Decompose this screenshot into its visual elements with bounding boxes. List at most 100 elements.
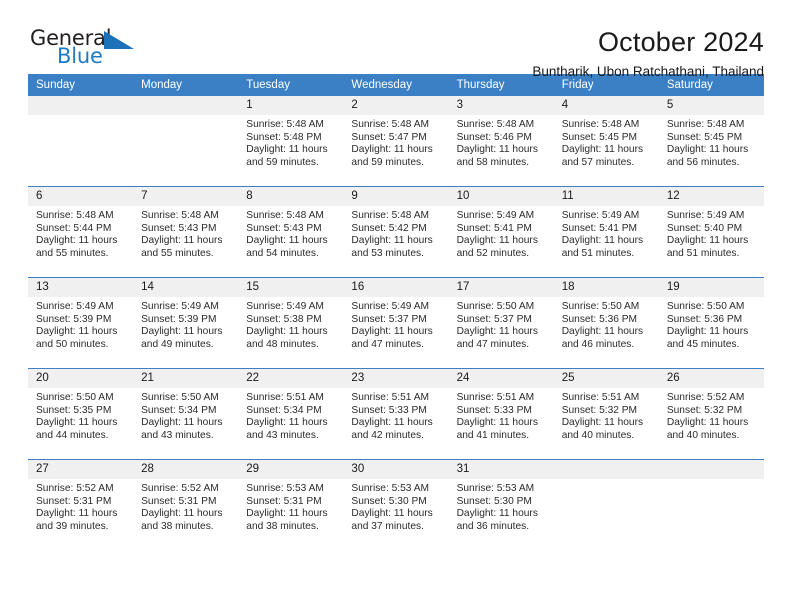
calendar-day-cell[interactable]: 31 Sunrise: 5:53 AM Sunset: 5:30 PM Dayligh… — [448, 459, 554, 550]
sunrise-time: Sunrise: 5:49 AM — [351, 301, 430, 312]
day-sun-info: Sunrise: 5:50 AM Sunset: 5:37 PM Daylight:… — [449, 297, 554, 351]
day-sun-info: Sunrise: 5:49 AM Sunset: 5:39 PM Daylight:… — [133, 297, 238, 351]
daylight-duration-line1: Daylight: 11 hours — [456, 326, 538, 338]
daylight-duration-line2: and 48 minutes. — [246, 338, 319, 350]
day-cell-content: 30 Sunrise: 5:53 AM Sunset: 5:30 PM Dayligh… — [343, 460, 449, 549]
calendar-day-cell[interactable]: 21 Sunrise: 5:50 AM Sunset: 5:34 PM Dayligh… — [133, 368, 239, 460]
calendar-day-cell[interactable]: 6 Sunrise: 5:48 AM Sunset: 5:44 PM Daylight… — [28, 186, 134, 278]
day-sun-info — [554, 479, 659, 483]
sunset-time: Sunset: 5:43 PM — [141, 222, 217, 234]
daylight-duration-line2: and 47 minutes. — [456, 338, 530, 350]
calendar-day-cell[interactable]: 23 Sunrise: 5:51 AM Sunset: 5:33 PM Dayligh… — [343, 368, 449, 460]
calendar-day-cell[interactable]: 26 Sunrise: 5:52 AM Sunset: 5:32 PM Dayligh… — [658, 368, 764, 460]
daylight-duration-line2: and 50 minutes. — [36, 338, 109, 350]
day-sun-info — [659, 479, 764, 483]
sunrise-time: Sunrise: 5:51 AM — [561, 392, 640, 403]
calendar-day-cell[interactable]: 4 Sunrise: 5:48 AM Sunset: 5:45 PM Daylight… — [553, 96, 659, 187]
sunset-time: Sunset: 5:31 PM — [141, 495, 217, 507]
day-cell-content: 13 Sunrise: 5:49 AM Sunset: 5:39 PM Dayligh… — [28, 278, 134, 367]
sunrise-time: Sunrise: 5:49 AM — [666, 210, 745, 221]
day-sun-info: Sunrise: 5:53 AM Sunset: 5:30 PM Daylight:… — [343, 479, 448, 533]
daylight-duration-line1: Daylight: 11 hours — [456, 144, 538, 156]
calendar-day-cell[interactable]: 11 Sunrise: 5:49 AM Sunset: 5:41 PM Dayligh… — [553, 186, 659, 278]
day-sun-info: Sunrise: 5:51 AM Sunset: 5:34 PM Daylight:… — [238, 388, 343, 442]
day-number: 31 — [448, 460, 554, 479]
calendar-day-cell[interactable]: 19 Sunrise: 5:50 AM Sunset: 5:36 PM Dayligh… — [658, 277, 764, 369]
sunset-time: Sunset: 5:32 PM — [561, 404, 638, 416]
calendar-cell-empty — [28, 96, 134, 187]
day-sun-info: Sunrise: 5:48 AM Sunset: 5:42 PM Daylight:… — [343, 206, 448, 260]
day-number: 27 — [28, 460, 134, 479]
day-cell-content: 21 Sunrise: 5:50 AM Sunset: 5:34 PM Dayligh… — [133, 369, 239, 458]
day-sun-info: Sunrise: 5:50 AM Sunset: 5:36 PM Daylight:… — [554, 297, 659, 351]
calendar-day-cell[interactable]: 7 Sunrise: 5:48 AM Sunset: 5:43 PM Daylight… — [133, 186, 239, 278]
day-sun-info — [28, 115, 133, 119]
calendar-day-cell[interactable]: 28 Sunrise: 5:52 AM Sunset: 5:31 PM Dayligh… — [133, 459, 239, 550]
general-blue-logo[interactable]: General Blue — [28, 26, 158, 72]
day-number: 30 — [343, 460, 449, 479]
page-header: General Blue October 2024 Buntharik, Ubo… — [28, 0, 764, 79]
calendar-day-cell[interactable]: 27 Sunrise: 5:52 AM Sunset: 5:31 PM Dayligh… — [28, 459, 134, 550]
day-number — [28, 96, 134, 115]
day-number: 28 — [133, 460, 239, 479]
calendar-day-cell[interactable]: 17 Sunrise: 5:50 AM Sunset: 5:37 PM Dayligh… — [448, 277, 554, 369]
day-number: 23 — [343, 369, 449, 388]
daylight-duration-line1: Daylight: 11 hours — [141, 508, 223, 520]
day-cell-content: 28 Sunrise: 5:52 AM Sunset: 5:31 PM Dayligh… — [133, 460, 239, 549]
calendar-week-row: 20 Sunrise: 5:50 AM Sunset: 5:35 PM Dayligh… — [28, 368, 764, 460]
sunrise-time: Sunrise: 5:48 AM — [666, 119, 745, 130]
day-cell-content: 5 Sunrise: 5:48 AM Sunset: 5:45 PM Daylight… — [658, 96, 764, 185]
day-cell-content: 19 Sunrise: 5:50 AM Sunset: 5:36 PM Dayligh… — [658, 278, 764, 367]
daylight-duration-line1: Daylight: 11 hours — [561, 326, 644, 338]
day-number: 3 — [448, 96, 554, 115]
daylight-duration-line1: Daylight: 11 hours — [141, 417, 223, 429]
calendar-day-cell[interactable]: 18 Sunrise: 5:50 AM Sunset: 5:36 PM Dayligh… — [553, 277, 659, 369]
sunset-time: Sunset: 5:33 PM — [351, 404, 427, 416]
sunset-time: Sunset: 5:40 PM — [666, 222, 743, 234]
sunset-time: Sunset: 5:41 PM — [561, 222, 638, 234]
sunset-time: Sunset: 5:36 PM — [666, 313, 743, 325]
calendar-day-cell[interactable]: 22 Sunrise: 5:51 AM Sunset: 5:34 PM Dayligh… — [238, 368, 344, 460]
calendar-day-cell[interactable]: 3 Sunrise: 5:48 AM Sunset: 5:46 PM Daylight… — [448, 96, 554, 187]
calendar-day-cell[interactable]: 12 Sunrise: 5:49 AM Sunset: 5:40 PM Dayligh… — [658, 186, 764, 278]
day-number — [658, 460, 764, 479]
calendar-day-cell[interactable]: 10 Sunrise: 5:49 AM Sunset: 5:41 PM Dayligh… — [448, 186, 554, 278]
day-cell-content — [658, 460, 764, 549]
sunset-time: Sunset: 5:47 PM — [351, 131, 427, 143]
calendar-week-row: 13 Sunrise: 5:49 AM Sunset: 5:39 PM Dayligh… — [28, 277, 764, 369]
sunrise-time: Sunrise: 5:52 AM — [36, 483, 114, 494]
calendar-day-cell[interactable]: 25 Sunrise: 5:51 AM Sunset: 5:32 PM Dayligh… — [553, 368, 659, 460]
calendar-day-cell[interactable]: 30 Sunrise: 5:53 AM Sunset: 5:30 PM Dayligh… — [343, 459, 449, 550]
calendar-day-cell[interactable]: 8 Sunrise: 5:48 AM Sunset: 5:43 PM Daylight… — [238, 186, 344, 278]
daylight-duration-line2: and 56 minutes. — [666, 156, 740, 168]
calendar-day-cell[interactable]: 1 Sunrise: 5:48 AM Sunset: 5:48 PM Daylight… — [238, 96, 344, 187]
sunset-time: Sunset: 5:34 PM — [246, 404, 322, 416]
day-cell-content: 31 Sunrise: 5:53 AM Sunset: 5:30 PM Dayligh… — [448, 460, 554, 549]
calendar-day-cell[interactable]: 16 Sunrise: 5:49 AM Sunset: 5:37 PM Dayligh… — [343, 277, 449, 369]
calendar-day-cell[interactable]: 29 Sunrise: 5:53 AM Sunset: 5:31 PM Dayligh… — [238, 459, 344, 550]
day-cell-content: 7 Sunrise: 5:48 AM Sunset: 5:43 PM Daylight… — [133, 187, 239, 276]
day-sun-info: Sunrise: 5:48 AM Sunset: 5:48 PM Daylight:… — [238, 115, 343, 169]
calendar-day-cell[interactable]: 15 Sunrise: 5:49 AM Sunset: 5:38 PM Dayligh… — [238, 277, 344, 369]
calendar-day-cell[interactable]: 9 Sunrise: 5:48 AM Sunset: 5:42 PM Daylight… — [343, 186, 449, 278]
day-sun-info: Sunrise: 5:50 AM Sunset: 5:35 PM Daylight:… — [28, 388, 133, 442]
calendar-day-cell[interactable]: 5 Sunrise: 5:48 AM Sunset: 5:45 PM Daylight… — [658, 96, 764, 187]
day-sun-info: Sunrise: 5:48 AM Sunset: 5:43 PM Daylight:… — [238, 206, 343, 260]
daylight-duration-line2: and 49 minutes. — [141, 338, 214, 350]
calendar-day-cell[interactable]: 13 Sunrise: 5:49 AM Sunset: 5:39 PM Dayligh… — [28, 277, 134, 369]
daylight-duration-line2: and 59 minutes. — [351, 156, 424, 168]
calendar-day-cell[interactable]: 14 Sunrise: 5:49 AM Sunset: 5:39 PM Dayligh… — [133, 277, 239, 369]
sunset-time: Sunset: 5:39 PM — [36, 313, 112, 325]
daylight-duration-line1: Daylight: 11 hours — [246, 417, 328, 429]
calendar-day-cell[interactable]: 2 Sunrise: 5:48 AM Sunset: 5:47 PM Daylight… — [343, 96, 449, 187]
sunset-time: Sunset: 5:35 PM — [36, 404, 112, 416]
calendar-day-cell[interactable]: 20 Sunrise: 5:50 AM Sunset: 5:35 PM Dayligh… — [28, 368, 134, 460]
daylight-duration-line2: and 47 minutes. — [351, 338, 424, 350]
sunrise-time: Sunrise: 5:49 AM — [36, 301, 114, 312]
sunrise-time: Sunrise: 5:52 AM — [666, 392, 745, 403]
day-sun-info: Sunrise: 5:52 AM Sunset: 5:31 PM Daylight:… — [28, 479, 133, 533]
daylight-duration-line1: Daylight: 11 hours — [666, 144, 749, 156]
calendar-day-cell[interactable]: 24 Sunrise: 5:51 AM Sunset: 5:33 PM Dayligh… — [448, 368, 554, 460]
day-cell-content: 22 Sunrise: 5:51 AM Sunset: 5:34 PM Dayligh… — [238, 369, 344, 458]
sunset-time: Sunset: 5:33 PM — [456, 404, 532, 416]
